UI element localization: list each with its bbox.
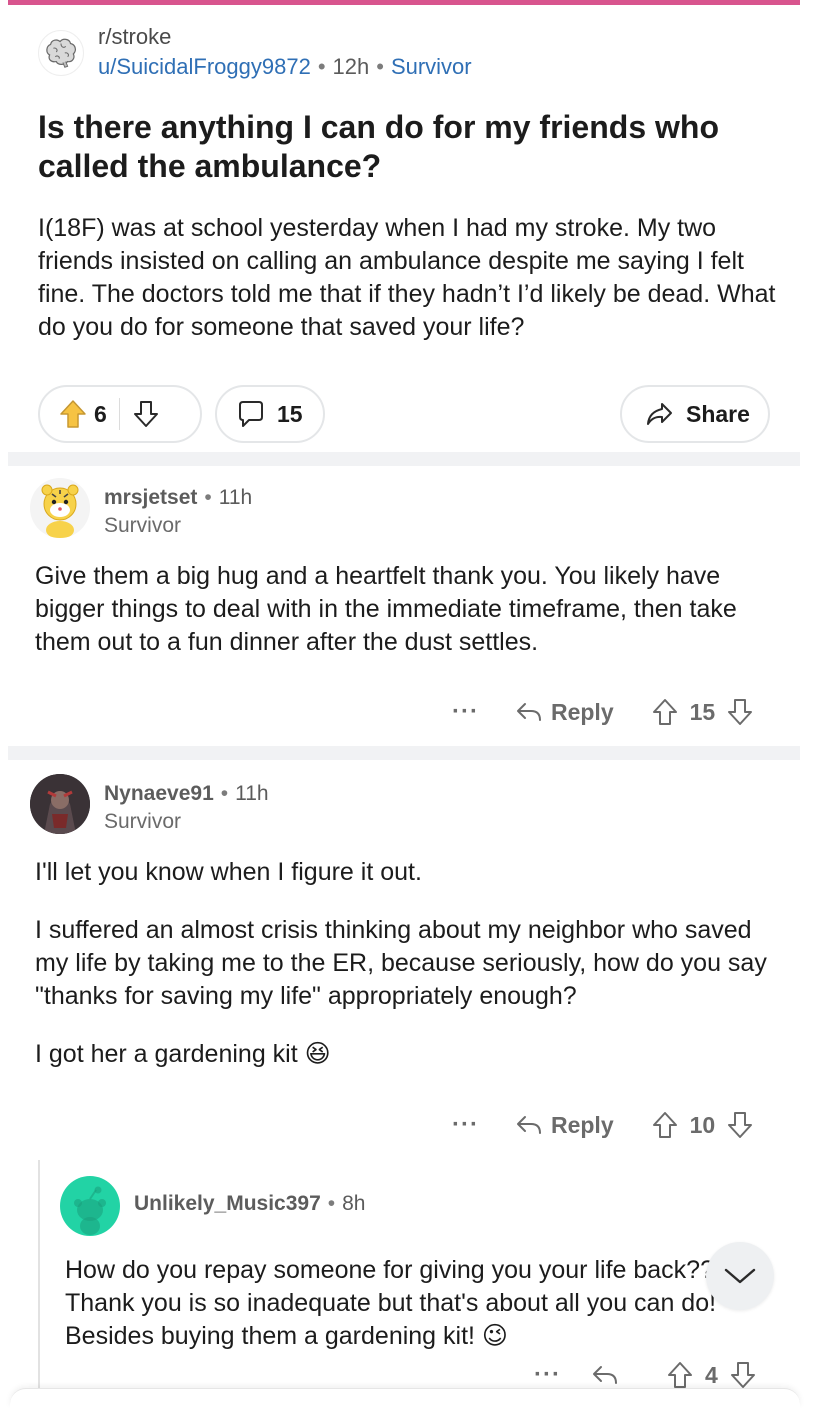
comment-author[interactable]: Nynaeve91 xyxy=(104,782,214,805)
post-flair: Survivor xyxy=(390,54,472,79)
downvote-arrow-icon[interactable] xyxy=(727,1110,753,1140)
post-title: Is there anything I can do for my friend… xyxy=(38,109,719,184)
upvote-arrow-icon[interactable] xyxy=(667,1360,693,1390)
more-options-button[interactable]: ··· xyxy=(534,1361,561,1389)
meta-separator: • xyxy=(317,54,326,79)
post-header: r/stroke u/SuicidalFroggy9872 • 12h • Surviv… xyxy=(38,24,472,82)
reply-label: Reply xyxy=(550,1111,614,1138)
comment-paragraph: I'll let you know when I figure it out. xyxy=(35,858,422,886)
upvote-arrow-icon[interactable] xyxy=(652,1110,678,1140)
comment-paragraph: I got her a gardening kit 😆 xyxy=(35,1040,331,1068)
share-label: Share xyxy=(686,400,750,427)
scroll-down-button[interactable] xyxy=(706,1242,774,1310)
reply-button[interactable]: Reply xyxy=(515,699,614,726)
downvote-arrow-icon[interactable] xyxy=(132,399,160,429)
avatar[interactable] xyxy=(30,774,90,834)
snoo-avatar-icon xyxy=(74,1186,106,1235)
meta-separator: • xyxy=(204,486,212,509)
subreddit-name[interactable]: r/stroke xyxy=(98,24,472,50)
reply-button[interactable]: Reply xyxy=(515,1112,614,1139)
post-comment-count: 15 xyxy=(277,400,303,427)
post-comments-button[interactable]: 15 xyxy=(215,385,325,443)
downvote-arrow-icon[interactable] xyxy=(727,697,753,727)
vote-separator xyxy=(118,398,120,430)
avatar[interactable] xyxy=(60,1176,120,1236)
comment-flair: Survivor xyxy=(104,514,182,537)
post-body: I(18F) was at school yesterday when I ha… xyxy=(38,214,776,341)
comment-header: Nynaeve91 • 11h Survivor xyxy=(30,774,790,836)
upvote-arrow-icon[interactable] xyxy=(652,697,678,727)
reply-arrow-icon xyxy=(516,1116,541,1134)
reply-arrow-icon xyxy=(592,1366,617,1384)
comment-flair: Survivor xyxy=(104,810,182,833)
post-vote-count: 6 xyxy=(94,400,107,427)
character-avatar-icon xyxy=(30,774,90,834)
comment-author[interactable]: Unlikely_Music397 xyxy=(134,1192,321,1215)
post-time: 12h xyxy=(332,54,370,79)
share-arrow-icon xyxy=(644,400,674,428)
comment-actions: ··· 4 xyxy=(534,1360,756,1390)
comment-body: How do you repay someone for giving you … xyxy=(60,1254,760,1353)
comment-body: I'll let you know when I figure it out. … xyxy=(30,856,790,1071)
reply-label: Reply xyxy=(550,698,614,725)
tiger-avatar-icon xyxy=(41,484,79,538)
comment-actions: ··· Reply 10 xyxy=(452,1110,753,1140)
comment-actions: ··· Reply 15 xyxy=(452,697,753,727)
comment-vote-count: 10 xyxy=(689,1111,716,1138)
comment-unlikely-music397: Unlikely_Music397 • 8h How do you repay so… xyxy=(60,1176,760,1353)
comment-header: Unlikely_Music397 • 8h xyxy=(60,1176,760,1236)
comment-bubble-icon xyxy=(235,399,265,429)
brain-icon xyxy=(46,38,76,68)
comment-vote-count: 15 xyxy=(689,698,716,725)
section-divider xyxy=(8,746,800,760)
comment-mrsjetset: mrsjetset • 11h Survivor Give them a big h… xyxy=(30,478,790,659)
meta-separator: • xyxy=(327,1192,336,1215)
reply-button[interactable] xyxy=(591,1363,627,1387)
avatar[interactable] xyxy=(30,478,90,538)
share-button[interactable]: Share xyxy=(620,385,770,443)
reply-arrow-icon xyxy=(516,703,541,721)
comment-body: Give them a big hug and a heartfelt than… xyxy=(30,560,790,659)
bottom-comment-bar[interactable] xyxy=(10,1388,800,1408)
top-accent-bar xyxy=(8,0,800,5)
post-meta-line: u/SuicidalFroggy9872 • 12h • Survivor xyxy=(98,52,472,82)
comment-time: 8h xyxy=(342,1192,366,1215)
comment-time: 11h xyxy=(235,782,269,805)
subreddit-avatar[interactable] xyxy=(38,30,84,76)
comment-nynaeve91: Nynaeve91 • 11h Survivor I'll let you know… xyxy=(30,774,790,1071)
more-options-button[interactable]: ··· xyxy=(452,698,479,726)
post-vote-pill: 6 xyxy=(38,385,202,443)
post-author-link[interactable]: u/SuicidalFroggy9872 xyxy=(98,54,311,79)
comment-author[interactable]: mrsjetset xyxy=(104,486,197,509)
comment-paragraph: Give them a big hug and a heartfelt than… xyxy=(35,562,737,656)
meta-separator: • xyxy=(220,782,229,805)
comment-vote-count: 4 xyxy=(704,1361,718,1388)
comment-paragraph: I suffered an almost crisis thinking abo… xyxy=(35,916,767,1010)
section-divider xyxy=(8,452,800,466)
downvote-arrow-icon[interactable] xyxy=(730,1360,756,1390)
thread-line[interactable] xyxy=(38,1160,40,1390)
chevron-down-icon xyxy=(724,1268,756,1284)
comment-header: mrsjetset • 11h Survivor xyxy=(30,478,790,540)
upvote-arrow-icon[interactable] xyxy=(58,398,88,430)
comment-paragraph: How do you repay someone for giving you … xyxy=(65,1256,717,1350)
comment-time: 11h xyxy=(218,486,253,509)
more-options-button[interactable]: ··· xyxy=(452,1111,479,1139)
meta-separator: • xyxy=(376,54,384,79)
